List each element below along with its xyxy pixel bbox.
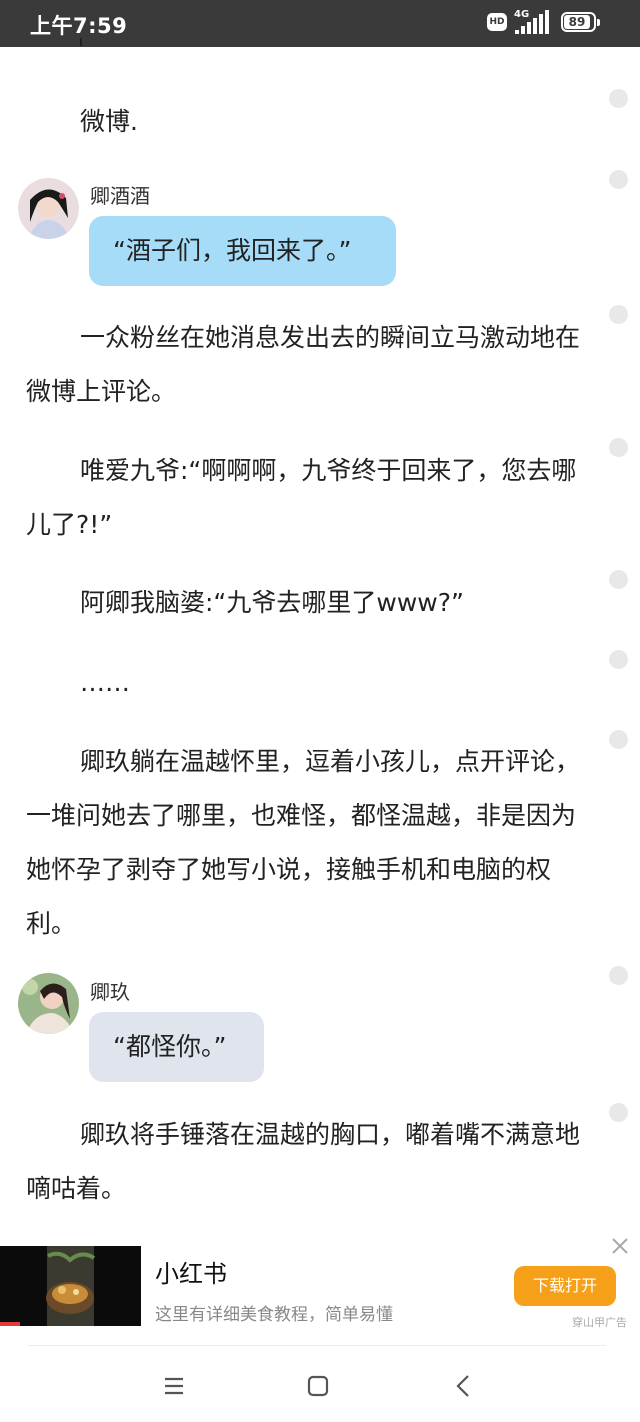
ad-banner[interactable]: 小红书 这里有详细美食教程，简单易懂 下载打开 穿山甲广告 xyxy=(0,1232,640,1332)
paragraph: 一众粉丝在她消息发出去的瞬间立马激动地在微博上评论。 xyxy=(26,323,581,406)
avatar[interactable] xyxy=(18,973,79,1034)
paragraph-comment-dot[interactable] xyxy=(609,570,628,589)
chat-bubble: “酒子们，我回来了。” xyxy=(89,216,396,286)
ad-thumbnail[interactable] xyxy=(0,1246,141,1326)
ad-title: 小红书 xyxy=(155,1260,227,1288)
avatar[interactable] xyxy=(18,178,79,239)
paragraph: 唯爱九爷:“啊啊啊，九爷终于回来了，您去哪儿了?!” xyxy=(26,456,577,539)
divider xyxy=(28,1345,606,1346)
paragraph-comment-dot[interactable] xyxy=(609,438,628,457)
ad-label: 穿山甲广告 xyxy=(572,1316,627,1329)
battery-icon: 89 xyxy=(561,12,600,32)
close-icon[interactable] xyxy=(609,1235,631,1257)
ad-download-button[interactable]: 下载打开 xyxy=(514,1266,616,1306)
chat-sender-name: 卿酒酒 xyxy=(90,184,150,208)
hd-badge-icon: HD xyxy=(487,13,507,31)
text-fragment xyxy=(78,36,84,48)
paragraph: 阿卿我脑婆:“九爷去哪里了www?” xyxy=(80,588,464,617)
status-bar: 上午7:59 HD 4G 89 xyxy=(0,0,640,47)
paragraph: 微博. xyxy=(80,107,138,136)
paragraph-comment-dot[interactable] xyxy=(609,1103,628,1122)
menu-icon[interactable] xyxy=(156,1368,192,1404)
paragraph: …… xyxy=(80,668,130,697)
paragraph: 卿玖将手锤落在温越的胸口，嘟着嘴不满意地嘀咕着。 xyxy=(26,1120,581,1203)
chat-sender-name: 卿玖 xyxy=(90,980,130,1004)
paragraph-comment-dot[interactable] xyxy=(609,650,628,669)
paragraph-comment-dot[interactable] xyxy=(609,89,628,108)
paragraph-comment-dot[interactable] xyxy=(609,966,628,985)
network-type: 4G xyxy=(514,9,530,20)
back-icon[interactable] xyxy=(446,1368,482,1404)
home-icon[interactable] xyxy=(300,1368,336,1404)
system-nav-bar xyxy=(0,1350,640,1422)
paragraph-comment-dot[interactable] xyxy=(609,305,628,324)
chat-bubble: “都怪你。” xyxy=(89,1012,264,1082)
battery-level: 89 xyxy=(564,15,590,29)
signal-icon: 4G xyxy=(513,9,553,37)
paragraph-comment-dot[interactable] xyxy=(609,730,628,749)
paragraph: 卿玖躺在温越怀里，逗着小孩儿，点开评论，一堆问她去了哪里，也难怪，都怪温越，非是… xyxy=(26,747,581,938)
paragraph-comment-dot[interactable] xyxy=(609,170,628,189)
ad-description: 这里有详细美食教程，简单易懂 xyxy=(155,1305,393,1325)
